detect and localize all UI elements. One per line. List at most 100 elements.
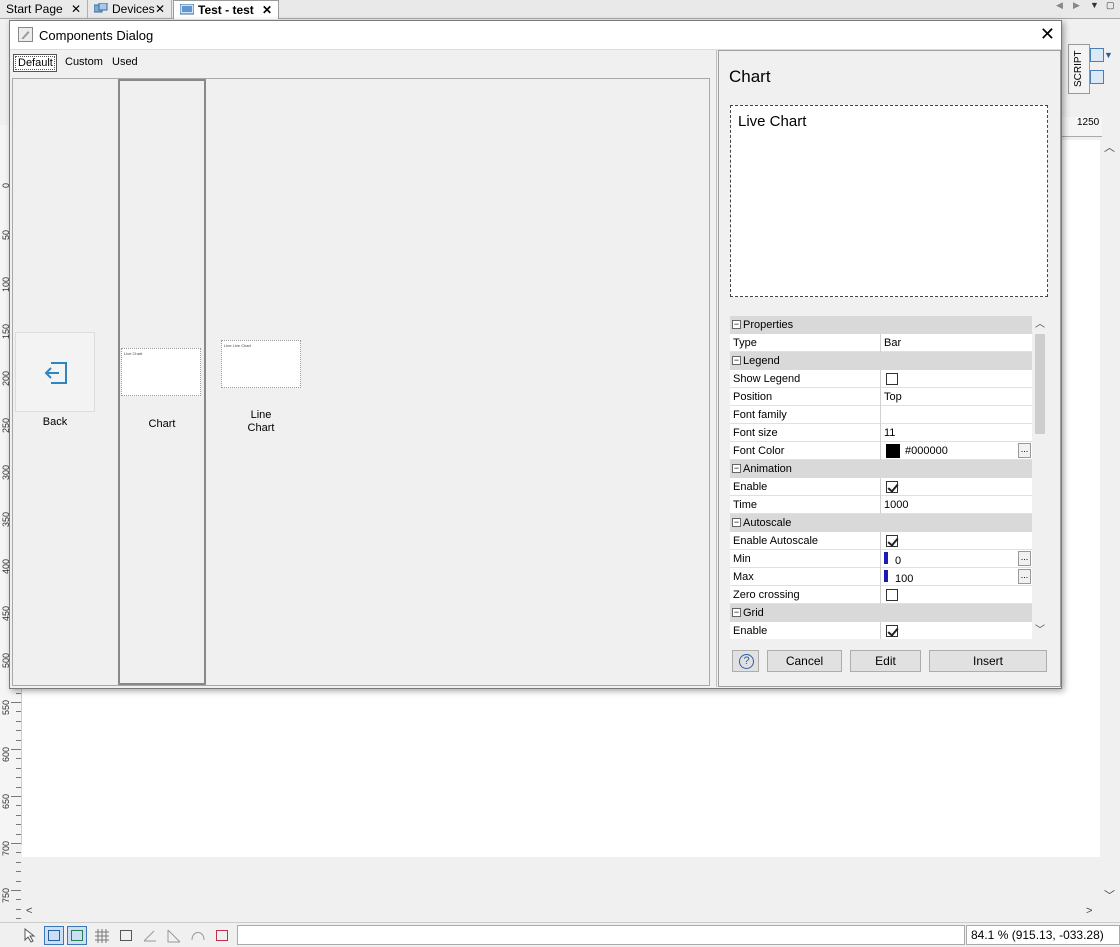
insert-button[interactable]: Insert [929,650,1047,672]
line-chart-label: Line Chart [247,409,275,434]
curve-icon[interactable] [188,926,208,945]
property-checkbox[interactable] [886,625,898,637]
canvas-margin [22,857,1102,905]
browse-button[interactable]: ... [1018,443,1031,458]
property-section[interactable]: − Properties [730,316,1032,334]
browse-button[interactable]: ... [1018,551,1031,566]
property-section[interactable]: − Autoscale [730,514,1032,532]
close-icon[interactable]: ✕ [262,3,272,17]
property-value[interactable]: #000000... [880,442,1032,460]
property-checkbox[interactable] [886,373,898,385]
chevron-down-icon[interactable]: ▼ [1104,50,1113,60]
tab-scroll-left-icon[interactable]: ◀ [1056,0,1063,11]
properties-scrollbar[interactable]: ︿ ﹀ [1032,316,1048,639]
property-value[interactable] [880,406,1032,424]
component-library: Back Live Chart Chart Line Live Chart Li… [12,78,710,686]
property-value[interactable]: 100... [880,568,1032,586]
diagonal-icon[interactable] [164,926,184,945]
tab-used[interactable]: Used [108,54,142,72]
back-button[interactable] [15,332,95,412]
scroll-down-icon[interactable]: ﹀ [1104,887,1115,903]
property-row: Position Top [730,388,1032,406]
scroll-down-icon[interactable]: ﹀ [1035,621,1045,636]
scroll-right-icon[interactable]: > [1086,905,1092,917]
color-value: #000000 [905,445,948,457]
tab-default[interactable]: Default [13,54,57,72]
tab-devices[interactable]: Devices ✕ [88,0,172,18]
dialog-buttons: ? Cancel Edit Insert [730,650,1050,672]
collapse-icon[interactable]: − [732,464,741,473]
tab-custom[interactable]: Custom [61,54,105,72]
cancel-button[interactable]: Cancel [767,650,842,672]
scroll-left-icon[interactable]: < [26,905,32,917]
browse-button[interactable]: ... [1018,569,1031,584]
properties-grid: − Properties Type Bar − Legend Show Legend Posi… [730,316,1032,639]
property-section[interactable]: − Legend [730,352,1032,370]
rectangle-icon[interactable] [212,926,232,945]
help-button[interactable]: ? [732,650,759,672]
scroll-thumb[interactable] [1035,334,1045,434]
property-name: Type [733,337,757,349]
property-value[interactable]: 0... [880,550,1032,568]
close-icon[interactable]: ✕ [155,2,165,16]
tab-start-page[interactable]: Start Page ✕ [0,0,88,18]
property-name: Zero crossing [733,589,800,601]
vertical-scrollbar[interactable]: ︿ ﹀ [1100,137,1118,907]
property-value[interactable]: 11 [880,424,1032,442]
collapse-icon[interactable]: − [732,608,741,617]
property-value[interactable] [880,478,1032,496]
frame-icon[interactable] [116,926,136,945]
property-section[interactable]: − Animation [730,460,1032,478]
script-list-icon[interactable] [1090,48,1104,62]
devices-icon [93,2,108,15]
scroll-up-icon[interactable]: ︿ [1104,139,1115,155]
ruler-tick [16,918,21,920]
property-row: Enable [730,622,1032,639]
property-checkbox[interactable] [886,535,898,547]
property-value[interactable] [880,532,1032,550]
property-checkbox[interactable] [886,589,898,601]
line-chart-thumbnail[interactable]: Line Live Chart [221,340,301,388]
dialog-title-bar[interactable]: Components Dialog ✕ [10,21,1061,50]
ruler-label: 750 [1,888,11,904]
property-value[interactable]: Top [880,388,1032,406]
collapse-icon[interactable]: − [732,518,741,527]
property-value[interactable] [880,370,1032,388]
align-tool-icon[interactable] [67,926,87,945]
ruler-tick [16,805,21,807]
zoom-level: 84.1 % [971,928,1009,942]
property-row: Max 100... [730,568,1032,586]
thumbnail-text: Line Live Chart [224,343,251,348]
scroll-up-icon[interactable]: ︿ [1035,315,1045,330]
ruler-tick [11,843,21,844]
tab-list-icon[interactable]: ▼ [1090,0,1099,10]
property-value[interactable] [880,586,1032,604]
tab-scroll-right-icon[interactable]: ▶ [1073,0,1080,11]
restore-icon[interactable]: ▢ [1106,0,1115,11]
script-copy-icon[interactable] [1090,70,1104,84]
property-checkbox[interactable] [886,481,898,493]
chart-thumbnail: Live Chart [121,348,201,396]
property-value[interactable]: 1000 [880,496,1032,514]
component-chart[interactable]: Live Chart Chart [118,79,206,685]
property-row: Font size 11 [730,424,1032,442]
collapse-icon[interactable]: − [732,356,741,365]
dialog-title: Components Dialog [39,28,154,43]
close-icon[interactable]: ✕ [71,2,81,16]
collapse-icon[interactable]: − [732,320,741,329]
select-tool-icon[interactable] [21,926,41,945]
property-section[interactable]: − Grid [730,604,1032,622]
ruler-tick [16,720,21,722]
property-value[interactable]: Bar [880,334,1032,352]
section-name: Properties [743,319,794,331]
chart-label: Chart [148,418,176,430]
grid-icon[interactable] [92,926,112,945]
property-value[interactable] [880,622,1032,639]
horizontal-scrollbar[interactable]: < > [22,905,1100,921]
edit-button[interactable]: Edit [850,650,921,672]
close-icon[interactable]: ✕ [1040,24,1055,44]
snap-tool-icon[interactable] [44,926,64,945]
angle-icon[interactable] [140,926,160,945]
script-panel-tab[interactable]: SCRIPT [1068,44,1090,94]
tab-test[interactable]: Test - test ✕ [173,0,279,19]
